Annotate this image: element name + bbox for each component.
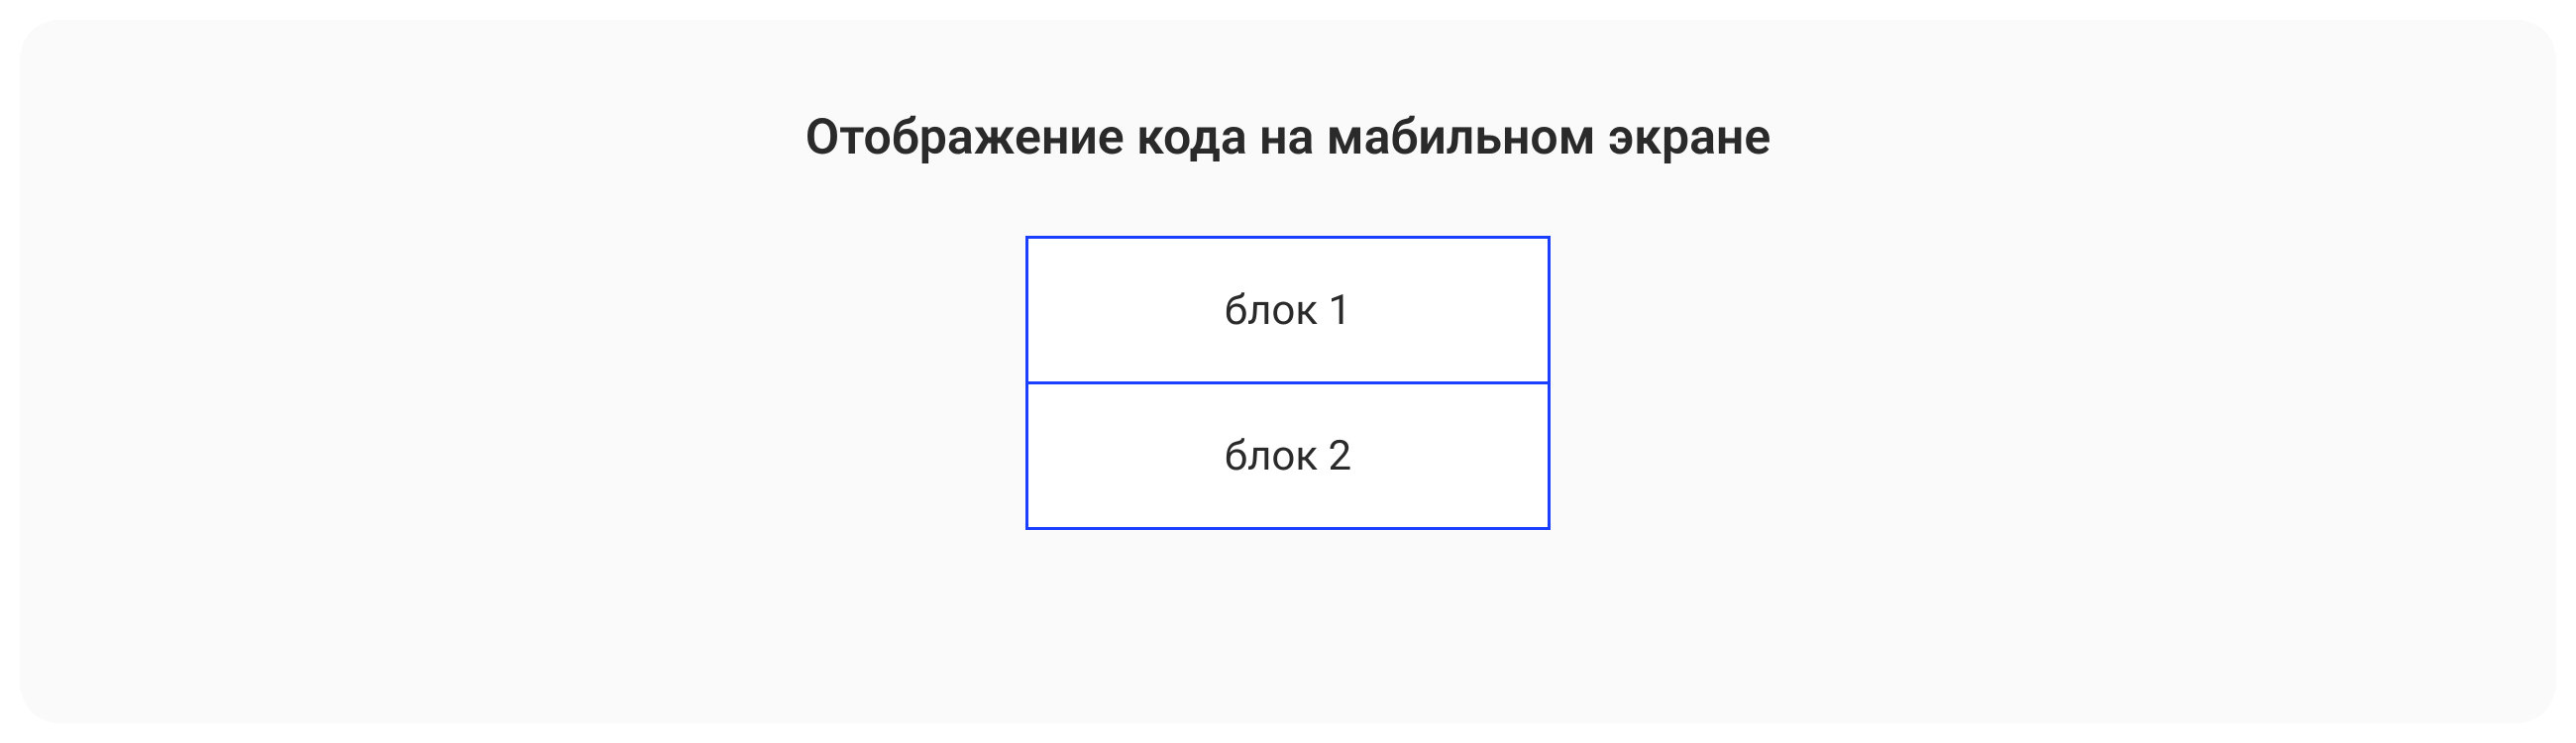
diagram-card: Отображение кода на мабильном экране бло…	[20, 20, 2556, 723]
block-label: блок 2	[1225, 432, 1351, 480]
block-2: блок 2	[1025, 381, 1551, 530]
block-label: блок 1	[1225, 286, 1351, 335]
diagram-title: Отображение кода на мабильном экране	[805, 109, 1771, 166]
block-1: блок 1	[1025, 236, 1551, 384]
blocks-container: блок 1 блок 2	[1025, 236, 1551, 530]
